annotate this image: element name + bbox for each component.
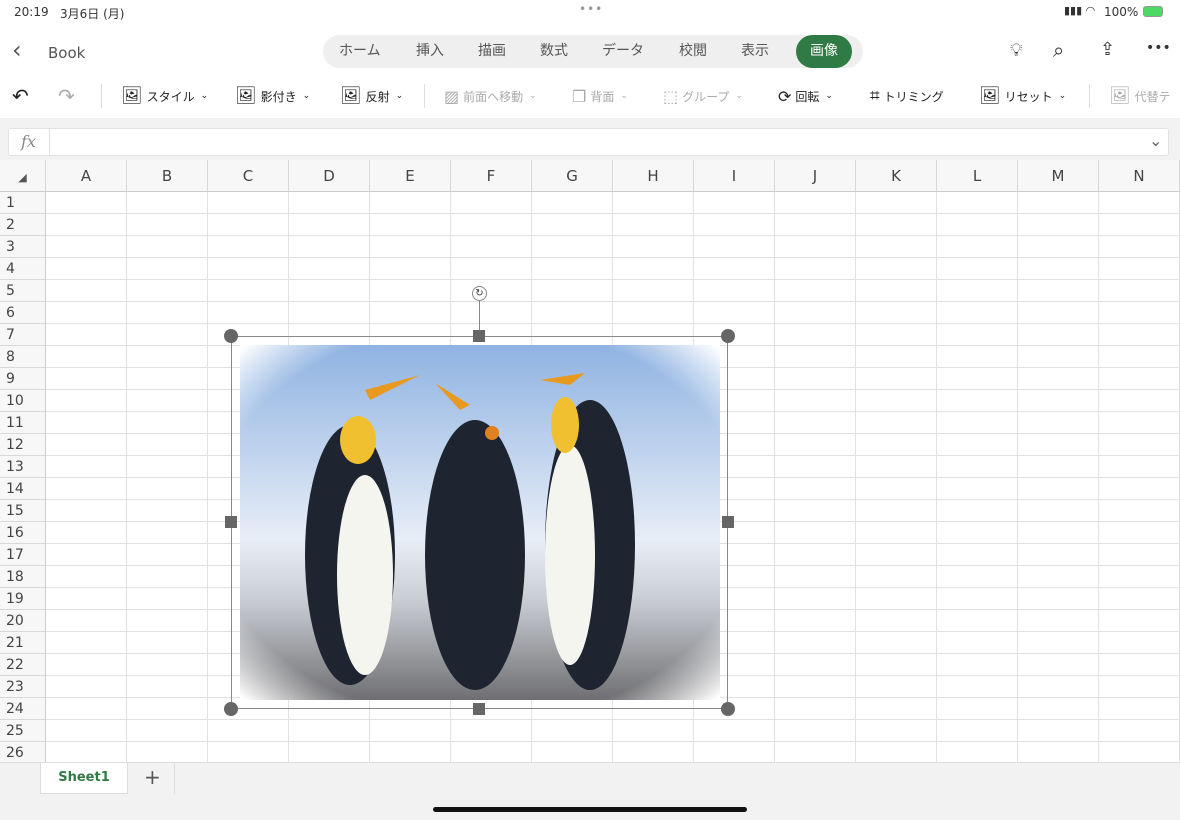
bring-forward-button[interactable]: ▨ 前面へ移動 ⌄ [444, 78, 537, 114]
column-header-H[interactable]: H [613, 160, 694, 192]
column-header-C[interactable]: C [208, 160, 289, 192]
row-header-10[interactable]: 10 [0, 390, 46, 412]
reflection-button[interactable]: 🖼︎ 反射 ⌄ [340, 78, 403, 114]
row-header-19[interactable]: 19 [0, 588, 46, 610]
group-icon: ⬚ [663, 86, 679, 106]
rotate-icon: ⟳ [778, 86, 792, 106]
send-backward-button[interactable]: ❐ 背面 ⌄ [572, 78, 628, 114]
tab-formulas[interactable]: 数式 [540, 35, 568, 68]
alt-text-icon: 🖼︎ [1109, 86, 1131, 106]
row-header-6[interactable]: 6 [0, 302, 46, 324]
row-header-1[interactable]: 1 [0, 192, 46, 214]
column-header-E[interactable]: E [370, 160, 451, 192]
row-header-22[interactable]: 22 [0, 654, 46, 676]
column-header-B[interactable]: B [127, 160, 208, 192]
column-header-K[interactable]: K [856, 160, 937, 192]
row-header-14[interactable]: 14 [0, 478, 46, 500]
home-indicator[interactable] [433, 807, 747, 812]
status-date: 3月6日 (月) [60, 7, 125, 21]
row-header-3[interactable]: 3 [0, 236, 46, 258]
share-icon[interactable]: ⇪ [1100, 39, 1115, 60]
row-header-18[interactable]: 18 [0, 566, 46, 588]
row-header-5[interactable]: 5 [0, 280, 46, 302]
row-header-25[interactable]: 25 [0, 720, 46, 742]
column-header-F[interactable]: F [451, 160, 532, 192]
send-backward-icon: ❐ [572, 86, 587, 106]
row-header-17[interactable]: 17 [0, 544, 46, 566]
back-icon[interactable]: ‹ [12, 36, 22, 64]
reset-picture-icon: 🖼︎ [979, 86, 1001, 106]
row-header-15[interactable]: 15 [0, 500, 46, 522]
signal-wifi-icon: ▮▮▮ ◠ [1064, 4, 1096, 17]
fx-icon[interactable]: fx [21, 132, 36, 151]
row-header-20[interactable]: 20 [0, 610, 46, 632]
column-header-A[interactable]: A [46, 160, 127, 192]
tab-draw[interactable]: 描画 [478, 35, 506, 68]
status-bar: 20:19 3月6日 (月) ••• ▮▮▮ ◠ 100% [0, 0, 1180, 24]
tab-insert[interactable]: 挿入 [416, 35, 444, 68]
picture-style-icon: 🖼︎ [121, 86, 143, 106]
row-header-26[interactable]: 26 [0, 742, 46, 762]
row-header-4[interactable]: 4 [0, 258, 46, 280]
row-header-24[interactable]: 24 [0, 698, 46, 720]
crop-icon: ⌗ [870, 86, 880, 106]
undo-icon[interactable]: ↶ [12, 78, 29, 114]
formula-bar[interactable]: fx ⌄ [8, 128, 1169, 156]
search-icon[interactable]: ⌕ [1053, 38, 1064, 62]
column-header-I[interactable]: I [694, 160, 775, 192]
column-header-G[interactable]: G [532, 160, 613, 192]
row-header-13[interactable]: 13 [0, 456, 46, 478]
style-button[interactable]: 🖼︎ スタイル ⌄ [121, 78, 208, 114]
column-header-L[interactable]: L [937, 160, 1018, 192]
reflection-icon: 🖼︎ [340, 86, 362, 106]
group-button[interactable]: ⬚ グループ ⌄ [663, 78, 743, 114]
rotate-button[interactable]: ⟳ 回転 ⌄ [778, 78, 833, 114]
lightbulb-icon[interactable]: 💡︎ [1010, 40, 1023, 61]
row-header-21[interactable]: 21 [0, 632, 46, 654]
crop-button[interactable]: ⌗ トリミング [870, 78, 944, 114]
row-header-9[interactable]: 9 [0, 368, 46, 390]
column-header-M[interactable]: M [1018, 160, 1099, 192]
selected-picture[interactable]: ↻ [224, 286, 735, 716]
row-header-16[interactable]: 16 [0, 522, 46, 544]
rotation-handle-icon[interactable]: ↻ [472, 286, 487, 301]
sheet-tab-bar: Sheet1 + [0, 762, 1180, 820]
select-all-button[interactable]: ◢ [0, 160, 46, 192]
multitask-dots-icon[interactable]: ••• [579, 2, 603, 16]
shadow-icon: 🖼︎ [235, 86, 257, 106]
tab-home[interactable]: ホーム [339, 35, 381, 68]
row-header-2[interactable]: 2 [0, 214, 46, 236]
row-header-11[interactable]: 11 [0, 412, 46, 434]
alt-text-button[interactable]: 🖼︎ 代替テ [1109, 78, 1171, 114]
battery-icon [1143, 6, 1163, 17]
document-title: Book [48, 44, 86, 62]
tab-review[interactable]: 校閲 [679, 35, 707, 68]
column-header-D[interactable]: D [289, 160, 370, 192]
status-time: 20:19 [14, 5, 49, 19]
penguins-image [240, 345, 720, 700]
row-header-12[interactable]: 12 [0, 434, 46, 456]
ribbon-tabs [323, 35, 863, 68]
reset-button[interactable]: 🖼︎ リセット ⌄ [979, 78, 1066, 114]
column-header-J[interactable]: J [775, 160, 856, 192]
redo-icon[interactable]: ↷ [58, 78, 75, 114]
row-header-23[interactable]: 23 [0, 676, 46, 698]
shadow-button[interactable]: 🖼︎ 影付き ⌄ [235, 78, 310, 114]
row-header-7[interactable]: 7 [0, 324, 46, 346]
column-header-N[interactable]: N [1099, 160, 1180, 192]
add-sheet-button[interactable]: + [144, 765, 161, 789]
tab-view[interactable]: 表示 [741, 35, 769, 68]
bring-forward-icon: ▨ [444, 86, 460, 106]
battery-level: 100% [1104, 5, 1139, 19]
sheet-tab-sheet1[interactable]: Sheet1 [40, 763, 128, 794]
expand-chevron-icon[interactable]: ⌄ [1149, 131, 1162, 150]
tab-data[interactable]: データ [602, 35, 644, 68]
more-icon[interactable]: ••• [1146, 40, 1171, 56]
tab-picture[interactable]: 画像 [796, 35, 852, 68]
row-header-8[interactable]: 8 [0, 346, 46, 368]
